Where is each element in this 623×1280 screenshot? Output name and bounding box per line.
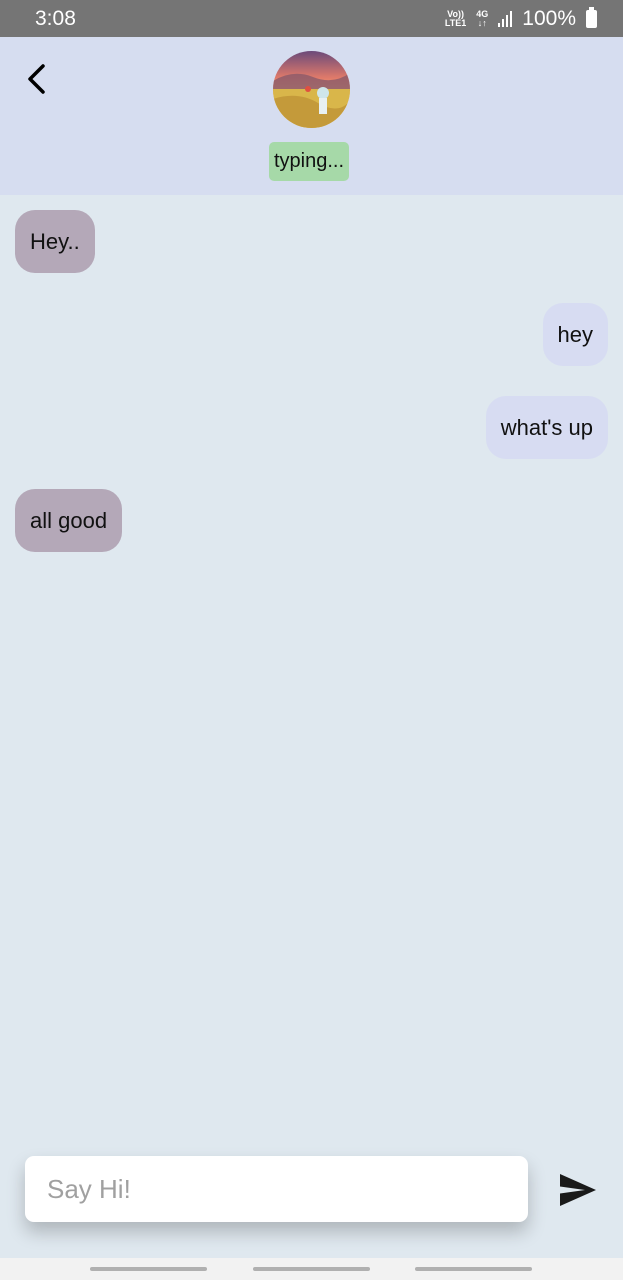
message-bubble-sent[interactable]: what's up — [485, 396, 608, 459]
send-button[interactable] — [556, 1168, 600, 1212]
battery-icon — [586, 6, 597, 28]
status-bar: 3:08 Vo)) LTE1 4G ↓↑ 100% — [0, 0, 623, 37]
message-input[interactable] — [47, 1173, 506, 1205]
chat-header: typing... — [0, 37, 623, 195]
chevron-left-icon — [28, 64, 45, 94]
back-button[interactable] — [18, 61, 54, 97]
message-bubble-sent[interactable]: hey — [542, 303, 608, 366]
battery-percent: 100% — [522, 6, 576, 30]
message-bubble-received[interactable]: Hey.. — [15, 210, 95, 273]
avatar[interactable] — [273, 51, 350, 128]
system-nav-bar — [0, 1258, 623, 1280]
send-icon — [560, 1174, 596, 1206]
volte-indicator: Vo)) LTE1 — [444, 8, 467, 28]
status-time: 3:08 — [35, 6, 76, 30]
avatar-image — [273, 51, 350, 128]
signal-icon — [498, 10, 513, 27]
data-arrows-icon: ↓↑ — [477, 17, 487, 28]
message-bubble-received[interactable]: all good — [15, 489, 123, 552]
nav-recents-button[interactable] — [90, 1267, 207, 1271]
nav-back-button[interactable] — [415, 1267, 532, 1271]
typing-status-badge: typing... — [269, 142, 350, 181]
message-input-container — [25, 1156, 528, 1222]
nav-home-button[interactable] — [253, 1267, 370, 1271]
network-indicator: 4G ↓↑ — [476, 8, 489, 28]
status-icons: Vo)) LTE1 4G ↓↑ 100% — [444, 6, 597, 31]
